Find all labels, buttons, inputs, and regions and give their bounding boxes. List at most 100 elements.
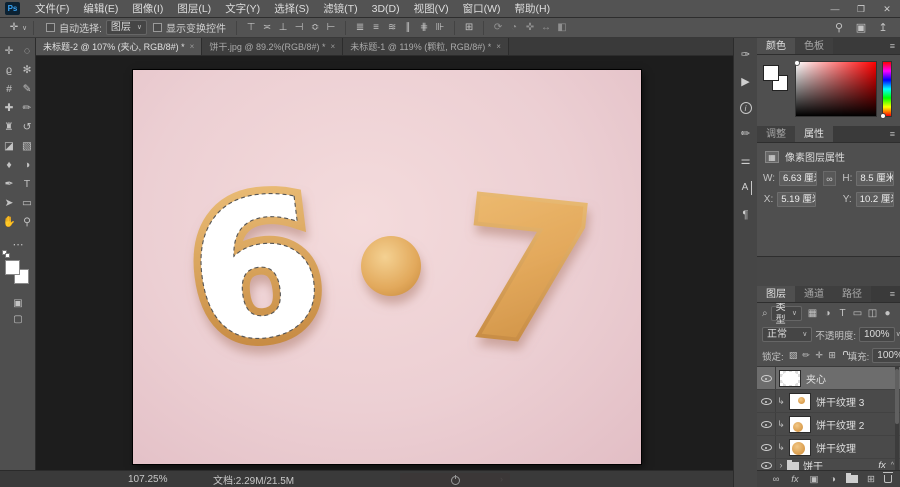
width-field[interactable]: 6.63 厘米 — [779, 171, 817, 186]
wand-tool-icon[interactable]: ✻ — [18, 61, 36, 80]
document-tab[interactable]: 饼干.jpg @ 89.2%(RGB/8#) * × — [202, 38, 344, 55]
auto-select-dropdown[interactable]: 图层 ∨ — [105, 20, 148, 35]
new-layer-icon[interactable]: ⊞ — [865, 474, 877, 485]
roll-3d-icon[interactable]: ◔ — [506, 22, 522, 33]
marquee-tool-icon[interactable]: ◌ — [18, 42, 36, 61]
dodge-tool-icon[interactable]: ◑ — [18, 156, 36, 175]
layer-thumbnail[interactable] — [789, 392, 811, 410]
move-tool-icon[interactable]: ✛ — [0, 42, 18, 61]
panel-menu-icon[interactable]: ≡ — [890, 38, 895, 54]
tab-layers[interactable]: 图层 — [757, 286, 795, 302]
info-icon[interactable]: i — [739, 102, 752, 114]
brush-preview-icon[interactable]: ✑ — [738, 48, 754, 62]
pan-3d-icon[interactable]: ✜ — [522, 22, 538, 33]
lock-pixels-icon[interactable]: ✏ — [800, 350, 813, 361]
close-tab-icon[interactable]: × — [190, 42, 195, 51]
blur-tool-icon[interactable]: ♦ — [0, 156, 18, 175]
stamp-tool-icon[interactable]: ♜ — [0, 118, 18, 137]
expand-group-icon[interactable]: › — [776, 460, 786, 470]
crop-tool-icon[interactable]: # — [0, 80, 18, 99]
healing-tool-icon[interactable]: ✚ — [0, 99, 18, 118]
document-tab[interactable]: 未标题-2 @ 107% (夹心, RGB/8#) * × — [36, 38, 203, 55]
opacity-field[interactable]: 100% ∨ — [859, 327, 900, 342]
tab-paths[interactable]: 路径 — [833, 286, 871, 302]
slide-3d-icon[interactable]: ↔ — [538, 22, 554, 33]
layer-row[interactable]: ↳ 饼干纹理 — [757, 436, 900, 459]
hue-slider-handle[interactable] — [880, 113, 886, 119]
smartobject-filter-icon[interactable]: ◫ — [865, 308, 880, 319]
menu-item[interactable]: 文件(F) — [28, 0, 76, 18]
y-field[interactable]: 10.2 厘米 — [855, 192, 894, 207]
layer-style-icon[interactable]: fx — [789, 474, 801, 485]
lock-position-icon[interactable]: ✛ — [813, 350, 826, 361]
lock-artboard-icon[interactable]: ⊞ — [826, 350, 839, 361]
layer-thumbnail[interactable] — [779, 369, 801, 387]
hue-slider[interactable] — [880, 61, 892, 119]
filter-switch-icon[interactable]: ● — [880, 308, 895, 319]
camera-3d-icon[interactable]: ◧ — [554, 22, 570, 33]
move-tool-icon[interactable]: ✛ — [6, 22, 22, 33]
menu-item[interactable]: 窗口(W) — [456, 0, 508, 18]
close-tab-icon[interactable]: × — [496, 42, 501, 51]
foreground-color-swatch[interactable] — [5, 260, 20, 275]
pixel-filter-icon[interactable]: ▦ — [805, 308, 820, 319]
distribute-right-icon[interactable]: ⊪ — [432, 22, 448, 33]
tab-properties[interactable]: 属性 — [795, 126, 833, 142]
gradient-tool-icon[interactable]: ▧ — [18, 137, 36, 156]
layer-row[interactable]: 夹心 — [757, 367, 900, 390]
tool-preset-caret-icon[interactable]: ∨ — [22, 24, 27, 32]
shape-tool-icon[interactable]: ▭ — [18, 194, 36, 213]
document-canvas[interactable]: 6 7 6 — [133, 70, 641, 464]
blend-mode-dropdown[interactable]: 正常 ∨ — [762, 327, 813, 342]
align-right-icon[interactable]: ⊢ — [323, 22, 339, 33]
default-colors-icon[interactable] — [2, 250, 11, 259]
adjustment-filter-icon[interactable]: ◑ — [820, 308, 835, 319]
lock-transparent-icon[interactable]: ▨ — [787, 350, 800, 361]
menu-item[interactable]: 图像(I) — [125, 0, 170, 18]
distribute-vcenter-icon[interactable]: ≡ — [368, 22, 384, 33]
align-vcenter-icon[interactable]: ≍ — [259, 22, 275, 33]
fill-field[interactable]: 100% ∨ — [872, 348, 900, 363]
panel-menu-icon[interactable]: ≡ — [890, 286, 895, 302]
clone-source-icon[interactable]: ⚌ — [738, 154, 754, 168]
layer-row[interactable]: ↳ 饼干纹理 3 — [757, 390, 900, 413]
close-icon[interactable]: ✕ — [874, 0, 900, 18]
orbit-3d-icon[interactable]: ⟳ — [490, 22, 506, 33]
document-tab[interactable]: 未标题-1 @ 119% (颗粒, RGB/8#) * × — [343, 38, 509, 55]
menu-item[interactable]: 编辑(E) — [76, 0, 125, 18]
minimize-icon[interactable]: — — [822, 0, 848, 18]
align-hcenter-icon[interactable]: ≎ — [307, 22, 323, 33]
link-layers-icon[interactable]: ∞ — [770, 474, 782, 485]
hand-tool-icon[interactable]: ✋ — [0, 213, 18, 232]
height-field[interactable]: 8.5 厘米 — [856, 171, 894, 186]
share-icon[interactable]: ↥ — [874, 21, 892, 34]
tab-color[interactable]: 颜色 — [757, 38, 795, 54]
visibility-toggle[interactable] — [757, 390, 776, 412]
restore-icon[interactable]: ❐ — [848, 0, 874, 18]
search-icon[interactable]: ⚲ — [830, 21, 848, 34]
align-top-icon[interactable]: ⊤ — [243, 22, 259, 33]
visibility-toggle[interactable] — [757, 367, 776, 389]
brush-tool-icon[interactable]: ✏ — [18, 99, 36, 118]
distribute-top-icon[interactable]: ≣ — [352, 22, 368, 33]
select-tool-icon[interactable]: ➤ — [0, 194, 18, 213]
tab-channels[interactable]: 通道 — [795, 286, 833, 302]
layer-fx-badge[interactable]: fx — [878, 460, 885, 471]
distribute-bottom-icon[interactable]: ≋ — [384, 22, 400, 33]
paragraph-icon[interactable]: ¶ — [738, 208, 754, 222]
layer-row[interactable]: ↳ 饼干纹理 2 — [757, 413, 900, 436]
layer-mask-icon[interactable]: ▣ — [808, 474, 820, 485]
auto-select-checkbox[interactable] — [46, 23, 56, 32]
brush-settings-icon[interactable]: ✏ — [738, 127, 754, 141]
distribute-left-icon[interactable]: ∥ — [400, 22, 416, 33]
visibility-toggle[interactable] — [757, 413, 776, 435]
eraser-tool-icon[interactable]: ◪ — [0, 137, 18, 156]
color-gradient-field[interactable] — [794, 60, 877, 117]
screenmode-icon[interactable]: ▢ — [9, 312, 27, 328]
history-tool-icon[interactable]: ↺ — [18, 118, 36, 137]
collapse-fx-icon[interactable]: ^ — [891, 462, 894, 469]
layer-thumbnail[interactable] — [789, 438, 811, 456]
lasso-tool-icon[interactable]: ϱ — [0, 61, 18, 80]
visibility-toggle[interactable] — [757, 436, 776, 458]
delete-layer-icon[interactable] — [883, 472, 893, 483]
